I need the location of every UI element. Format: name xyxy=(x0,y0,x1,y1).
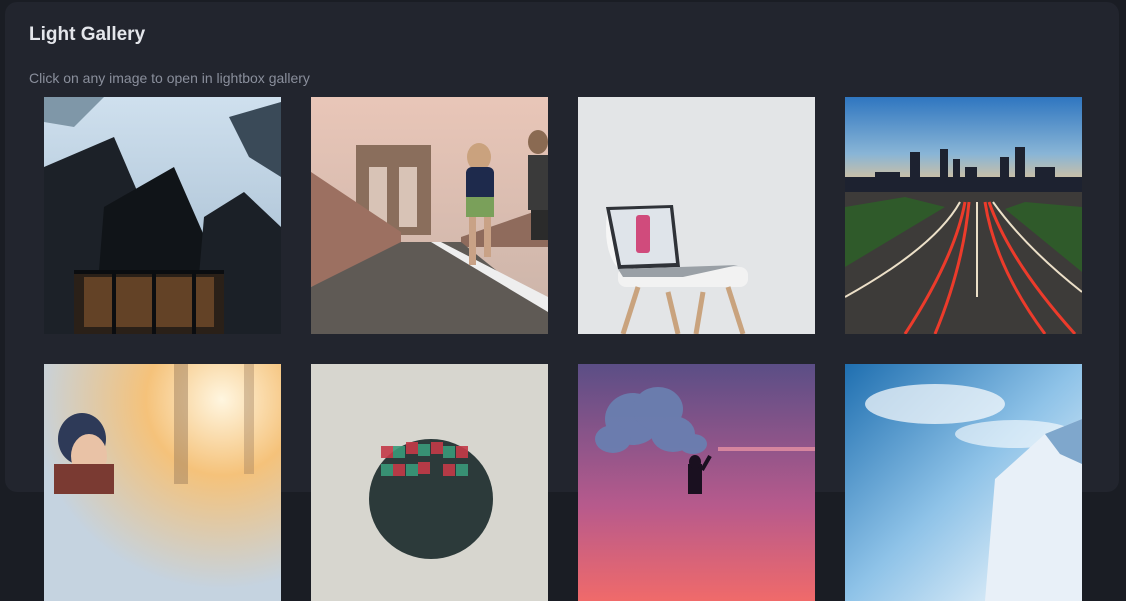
gallery-image-smoke-flare[interactable] xyxy=(578,364,815,601)
gallery-card: Light Gallery Click on any image to open… xyxy=(5,2,1119,601)
gallery-image-city-highway-night[interactable] xyxy=(845,97,1082,334)
gallery-image-snowy-mountain[interactable] xyxy=(845,364,1082,601)
gallery-image-woman-snow[interactable] xyxy=(44,364,281,601)
gallery-title: Light Gallery xyxy=(29,24,146,45)
gallery-image-laptop-chair[interactable] xyxy=(578,97,815,334)
gallery-subtitle: Click on any image to open in lightbox g… xyxy=(29,70,310,86)
gallery-image-bridge-runners[interactable] xyxy=(311,97,548,334)
gallery-image-hot-air-balloon[interactable] xyxy=(311,364,548,601)
gallery-image-skyscrapers[interactable] xyxy=(44,97,281,334)
